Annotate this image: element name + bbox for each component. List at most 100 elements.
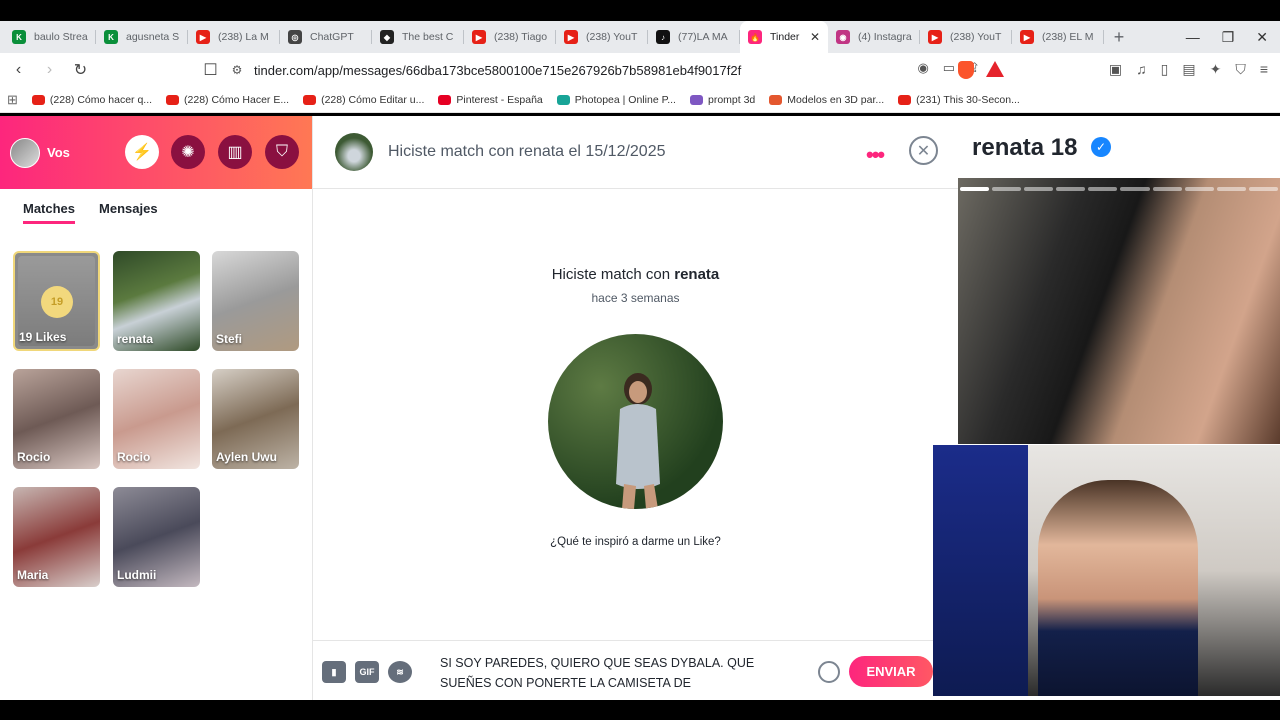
reload-icon[interactable]: ↻ bbox=[68, 60, 93, 80]
match-card-name: renata bbox=[117, 332, 154, 346]
tab-messages[interactable]: Mensajes bbox=[99, 201, 158, 224]
more-options-icon[interactable]: ••• bbox=[866, 142, 885, 168]
bookmark-favicon-icon bbox=[166, 94, 180, 105]
bookmark-favicon-icon bbox=[898, 94, 912, 105]
bookmark-item[interactable]: Photopea | Online P... bbox=[550, 94, 683, 106]
message-input[interactable]: SI SOY PAREDES, QUIERO QUE SEAS DYBALA. … bbox=[440, 653, 800, 693]
address-bar[interactable]: ⚙ tinder.com/app/messages/66dba173bce580… bbox=[220, 57, 898, 83]
wallet-icon[interactable]: ▤ bbox=[1182, 61, 1195, 78]
bookmark-item[interactable]: (228) Cómo hacer q... bbox=[25, 94, 159, 106]
match-card-name: Maria bbox=[17, 568, 49, 582]
browser-tab[interactable]: ◉ (4) Instagra bbox=[828, 21, 920, 53]
forward-icon[interactable]: › bbox=[37, 61, 62, 79]
match-card[interactable]: Rocio bbox=[13, 369, 100, 469]
panel-icon[interactable]: ▯ bbox=[1161, 61, 1169, 78]
browser-tab[interactable]: ◆ The best C bbox=[372, 21, 464, 53]
work-icon[interactable]: ▥ bbox=[218, 135, 252, 169]
browser-tab[interactable]: ◎ ChatGPT bbox=[280, 21, 372, 53]
os-top-bar bbox=[0, 0, 1280, 21]
safety-icon[interactable]: ⛉ bbox=[265, 135, 299, 169]
bookmark-label: prompt 3d bbox=[707, 93, 756, 106]
emoji-icon[interactable] bbox=[818, 661, 840, 683]
browser-tab[interactable]: 🔥 Tinder ✕ bbox=[740, 21, 828, 53]
match-card[interactable]: Aylen Uwu bbox=[212, 369, 299, 469]
match-title-prefix: Hiciste match con bbox=[551, 266, 671, 283]
send-button[interactable]: ENVIAR bbox=[849, 656, 933, 687]
bookmarks-bar: ⊞ (228) Cómo hacer q... (228) Cómo Hacer … bbox=[0, 87, 1280, 113]
tab-label: agusneta S bbox=[126, 31, 180, 43]
match-card[interactable]: renata bbox=[113, 251, 200, 351]
webcam-overlay bbox=[933, 445, 1280, 696]
avatar[interactable] bbox=[10, 137, 40, 168]
bookmark-label: (228) Cómo Editar u... bbox=[321, 93, 425, 106]
bookmark-item[interactable]: (228) Cómo Editar u... bbox=[296, 94, 431, 106]
bookmark-favicon-icon bbox=[556, 94, 570, 105]
browser-tab[interactable]: Kbaulo Strea bbox=[4, 21, 96, 53]
tab-favicon-icon: ◆ bbox=[380, 30, 394, 44]
tab-label: (238) YouT bbox=[950, 31, 1002, 43]
match-card[interactable]: Rocio bbox=[113, 369, 200, 469]
browser-tab[interactable]: Kagusneta S bbox=[96, 21, 188, 53]
contact-card-icon[interactable]: ▮ bbox=[322, 661, 346, 683]
tab-label: (77)LA MA bbox=[678, 31, 728, 43]
apps-icon[interactable]: ⊞ bbox=[0, 92, 25, 108]
brave-shields-icon[interactable] bbox=[958, 61, 974, 79]
bookmark-item[interactable]: (231) This 30-Secon... bbox=[891, 94, 1027, 106]
browser-tab-strip: Kbaulo Strea Kagusneta S ▶ (238) La M ◎ ChatG… bbox=[0, 21, 1280, 53]
sidebar-icon[interactable]: ▣ bbox=[1109, 61, 1122, 78]
browser-tab[interactable]: ▶ (238) La M bbox=[188, 21, 280, 53]
match-time: hace 3 semanas bbox=[591, 291, 680, 305]
profile-photo[interactable] bbox=[958, 178, 1280, 444]
likes-card[interactable]: 19 19 Likes bbox=[13, 251, 100, 351]
back-icon[interactable]: ‹ bbox=[6, 61, 31, 79]
match-card[interactable]: Ludmii bbox=[113, 487, 200, 587]
bookmark-item[interactable]: prompt 3d bbox=[683, 94, 762, 106]
match-card[interactable]: Stefi bbox=[212, 251, 299, 351]
minimize-icon[interactable]: — bbox=[1186, 29, 1200, 46]
match-card[interactable]: Maria bbox=[13, 487, 100, 587]
tab-label: (4) Instagra bbox=[858, 31, 912, 43]
browser-tab[interactable]: ▶ (238) Tiago bbox=[464, 21, 556, 53]
media-icon[interactable]: ♫ bbox=[1136, 61, 1147, 78]
message-composer: ▮ GIF ≋ SI SOY PAREDES, QUIERO QUE SEAS … bbox=[313, 640, 958, 700]
close-window-icon[interactable]: ✕ bbox=[1256, 29, 1268, 46]
bookmark-item[interactable]: (228) Cómo Hacer E... bbox=[159, 94, 296, 106]
bookmark-favicon-icon bbox=[769, 94, 783, 105]
profile-name[interactable]: Vos bbox=[47, 145, 70, 160]
close-tab-icon[interactable]: ✕ bbox=[810, 30, 820, 44]
menu-icon[interactable]: ≡ bbox=[1260, 61, 1268, 78]
tab-matches[interactable]: Matches bbox=[23, 201, 76, 224]
brave-rewards-icon[interactable] bbox=[986, 61, 1004, 77]
explore-icon[interactable]: ✺ bbox=[171, 135, 205, 169]
maximize-icon[interactable]: ❐ bbox=[1222, 29, 1235, 46]
location-icon[interactable]: ◉ bbox=[917, 60, 928, 76]
tab-favicon-icon: 🔥 bbox=[748, 30, 762, 44]
bookmark-label: (231) This 30-Secon... bbox=[916, 93, 1020, 106]
vpn-icon[interactable]: ⛉ bbox=[1235, 61, 1246, 78]
site-settings-icon[interactable]: ⚙ bbox=[220, 63, 254, 77]
gif-button[interactable]: GIF bbox=[355, 661, 379, 683]
bookmark-item[interactable]: Modelos en 3D par... bbox=[762, 94, 891, 106]
spotify-icon[interactable]: ≋ bbox=[388, 661, 412, 683]
close-icon[interactable]: ✕ bbox=[909, 136, 938, 165]
bookmark-label: (228) Cómo Hacer E... bbox=[184, 93, 290, 106]
match-card-name: Rocio bbox=[17, 450, 51, 464]
browser-tab[interactable]: ▶ (238) YouT bbox=[556, 21, 648, 53]
tab-label: (238) EL M bbox=[1042, 31, 1094, 43]
verified-icon: ✓ bbox=[1091, 137, 1111, 157]
cast-icon[interactable]: ▭ bbox=[943, 60, 955, 76]
new-tab-button[interactable]: + bbox=[1104, 27, 1134, 48]
profile-name-text: renata bbox=[972, 134, 1045, 161]
match-photo[interactable] bbox=[548, 334, 723, 509]
browser-tab[interactable]: ▶ (238) YouT bbox=[920, 21, 1012, 53]
chat-panel: Hiciste match con renata el 15/12/2025 •… bbox=[313, 116, 958, 700]
match-card-name: Rocio bbox=[117, 450, 151, 464]
browser-tab[interactable]: ▶ (238) EL M bbox=[1012, 21, 1104, 53]
bookmark-label: Photopea | Online P... bbox=[574, 93, 676, 106]
browser-tab[interactable]: ♪ (77)LA MA bbox=[648, 21, 740, 53]
bookmark-item[interactable]: Pinterest - España bbox=[431, 94, 549, 106]
tab-label: The best C bbox=[402, 31, 454, 43]
match-avatar[interactable] bbox=[335, 133, 373, 171]
boost-icon[interactable]: ⚡ bbox=[125, 135, 159, 169]
leo-icon[interactable]: ✦ bbox=[1210, 61, 1222, 78]
